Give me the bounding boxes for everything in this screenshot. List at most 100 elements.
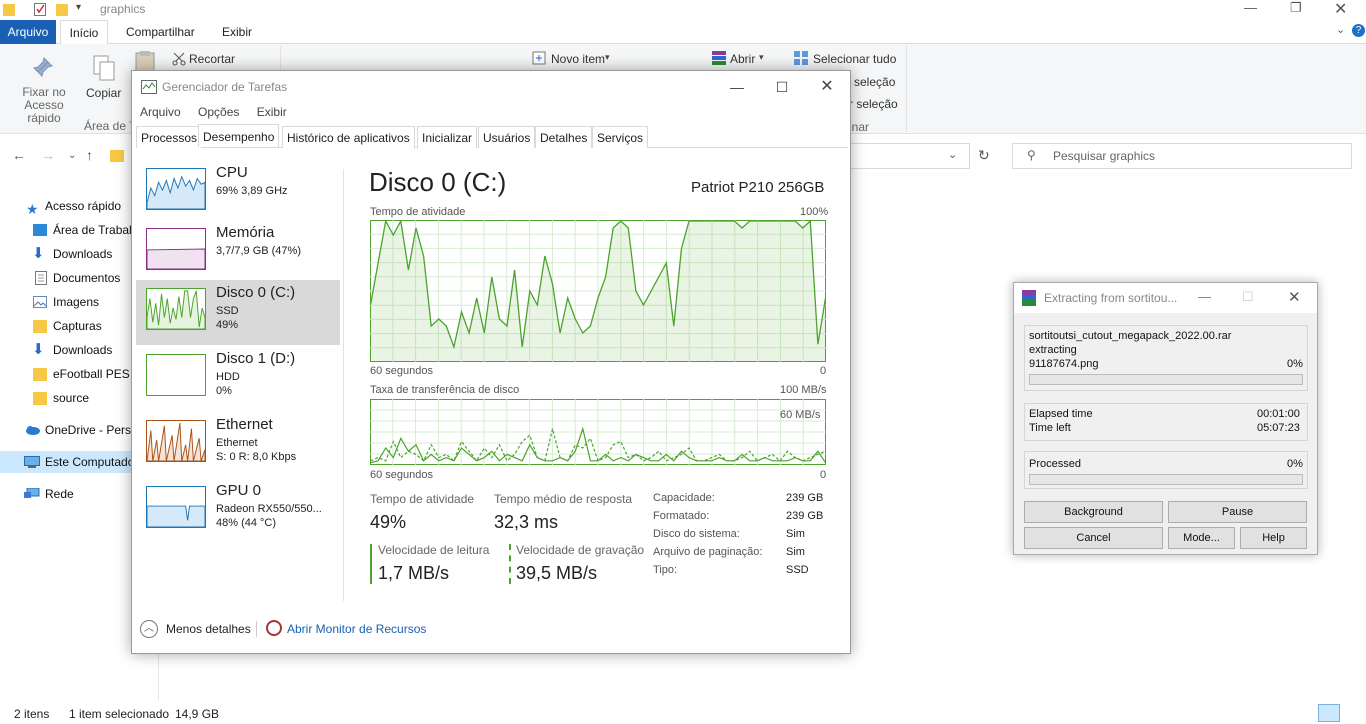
time-left-label: Time left (1029, 422, 1071, 434)
chart1-label: Tempo de atividade (370, 206, 466, 218)
new-item-button[interactable]: Novo item (551, 52, 605, 66)
fewer-details-label: Menos detalhes (166, 622, 251, 636)
sidebar-item-este-computador[interactable]: Este Computador (0, 451, 135, 473)
tab-processos[interactable]: Processos (136, 126, 203, 148)
copy-label[interactable]: Copiar (86, 86, 121, 100)
address-dropdown-icon[interactable]: ⌄ (948, 148, 957, 161)
restore-icon[interactable]: ❐ (1290, 0, 1302, 16)
tab-arquivo[interactable]: Arquivo (0, 20, 56, 44)
perf-item-disco-1[interactable]: Disco 1 (D:) HDD 0% (136, 346, 340, 411)
select-all-icon[interactable] (794, 51, 808, 65)
maximize-icon[interactable]: ☐ (767, 77, 797, 97)
pin-icon[interactable] (32, 56, 54, 78)
sidebar-item-onedrive[interactable]: OneDrive - Personal (0, 419, 135, 441)
menu-arquivo[interactable]: Arquivo (140, 105, 181, 119)
background-button[interactable]: Background (1024, 501, 1163, 523)
item-count: 2 itens (14, 707, 50, 721)
minimize-icon[interactable]: — (1198, 289, 1211, 304)
help-button[interactable]: Help (1240, 527, 1307, 549)
mode-button[interactable]: Mode... (1168, 527, 1235, 549)
tab-inicializar[interactable]: Inicializar (417, 126, 478, 148)
perf-item-cpu[interactable]: CPU 69% 3,89 GHz (136, 160, 340, 225)
sidebar-item-capturas[interactable]: Capturas (0, 315, 135, 337)
new-folder-icon[interactable] (56, 2, 68, 16)
perf-item-disco-0[interactable]: Disco 0 (C:) SSD 49% (136, 280, 340, 345)
new-item-icon[interactable] (532, 51, 546, 65)
prop-sistema-value: Sim (786, 528, 805, 540)
select-all-button[interactable]: Selecionar tudo (813, 52, 896, 66)
processed-panel: Processed 0% (1024, 451, 1308, 489)
refresh-icon[interactable]: ↻ (978, 147, 990, 164)
chart2-mid: 60 MB/s (780, 409, 821, 421)
resource-monitor-link[interactable]: Abrir Monitor de Recursos (266, 619, 466, 639)
scissors-icon[interactable] (172, 52, 186, 66)
new-item-dropdown-icon[interactable]: ▾ (605, 52, 610, 63)
sidebar-item-rede[interactable]: Rede (0, 483, 135, 505)
sidebar-item-source[interactable]: source (0, 387, 135, 409)
elapsed-label: Elapsed time (1029, 408, 1093, 420)
menu-opcoes[interactable]: Opções (198, 105, 239, 119)
expand-ribbon-icon[interactable]: ⌄ (1336, 23, 1345, 36)
tab-usuarios[interactable]: Usuários (478, 126, 536, 148)
recent-locations-icon[interactable]: ⌄ (68, 150, 76, 161)
menu-exibir[interactable]: Exibir (257, 105, 287, 119)
tab-servicos[interactable]: Serviços (592, 126, 649, 148)
details-view-icon[interactable] (1318, 704, 1340, 722)
perf-item-value: 48% (44 °C) (216, 517, 277, 529)
customize-quick-access-icon[interactable]: ▾ (76, 2, 81, 13)
select-none-button[interactable]: seleção (854, 75, 895, 89)
large-icons-view-icon[interactable] (1344, 704, 1364, 722)
prop-paginacao-label: Arquivo de paginação: (653, 546, 763, 558)
open-dropdown-icon[interactable]: ▾ (759, 52, 764, 63)
minimize-icon[interactable]: — (1244, 0, 1257, 15)
folder-icon (33, 392, 47, 405)
sidebar-item-efootball[interactable]: eFootball PES 2021 (0, 363, 135, 385)
back-icon[interactable]: ← (12, 147, 26, 163)
pin-quick-access-label[interactable]: Fixar no Acesso rápido (6, 86, 82, 125)
prop-formatado-value: 239 GB (786, 510, 824, 522)
clipboard-group-label: Área de T (84, 119, 137, 133)
perf-item-ethernet[interactable]: Ethernet Ethernet S: 0 R: 8,0 Kbps (136, 412, 340, 477)
memory-thumbnail (146, 228, 206, 270)
close-icon[interactable]: ✕ (1334, 0, 1347, 19)
tab-compartilhar[interactable]: Compartilhar (118, 20, 203, 44)
tab-detalhes[interactable]: Detalhes (535, 126, 593, 148)
perf-item-memoria[interactable]: Memória 3,7/7,9 GB (47%) (136, 220, 340, 285)
total-progress-bar (1029, 474, 1303, 485)
cut-label[interactable]: Recortar (189, 52, 235, 66)
open-button[interactable]: Abrir (730, 52, 755, 66)
tab-desempenho[interactable]: Desempenho (198, 124, 280, 147)
cpu-thumbnail (146, 168, 206, 210)
tab-inicio[interactable]: Início (60, 20, 108, 45)
write-speed-value: 39,5 MB/s (516, 563, 598, 583)
sidebar-item-downloads-2[interactable]: ⬇ Downloads (0, 339, 135, 361)
tab-historico[interactable]: Histórico de aplicativos (282, 126, 415, 148)
transfer-chart (370, 399, 826, 465)
forward-icon[interactable]: → (41, 147, 55, 163)
disk0-thumbnail (146, 288, 206, 330)
close-icon[interactable]: ✕ (1288, 288, 1301, 306)
document-icon (35, 271, 47, 285)
copy-icon[interactable] (92, 54, 116, 82)
up-icon[interactable]: ↑ (86, 147, 93, 163)
perf-item-title: Disco 1 (D:) (216, 350, 296, 367)
pause-button[interactable]: Pause (1168, 501, 1307, 523)
properties-icon[interactable] (34, 2, 46, 16)
tab-exibir[interactable]: Exibir (214, 20, 260, 44)
search-box[interactable]: ⚲ Pesquisar graphics (1012, 143, 1352, 169)
sidebar-item-area-de-trabalho[interactable]: Área de Trabalho (0, 219, 135, 241)
help-icon[interactable]: ? (1352, 24, 1365, 37)
perf-item-gpu[interactable]: GPU 0 Radeon RX550/550... 48% (44 °C) (136, 478, 340, 543)
sidebar-item-documentos[interactable]: Documentos (0, 267, 135, 289)
minimize-icon[interactable]: — (722, 77, 752, 97)
search-placeholder: Pesquisar graphics (1053, 149, 1156, 163)
prop-paginacao-value: Sim (786, 546, 805, 558)
cancel-button[interactable]: Cancel (1024, 527, 1163, 549)
perf-item-title: Memória (216, 224, 275, 241)
sidebar-item-imagens[interactable]: Imagens (0, 291, 135, 313)
chevron-up-icon: ︿ (140, 620, 158, 638)
sidebar-item-acesso-rapido[interactable]: ★ Acesso rápido (0, 195, 135, 217)
sidebar-item-downloads[interactable]: ⬇ Downloads (0, 243, 135, 265)
close-icon[interactable]: ✕ (812, 77, 842, 97)
invert-selection-button[interactable]: r seleção (849, 97, 898, 111)
